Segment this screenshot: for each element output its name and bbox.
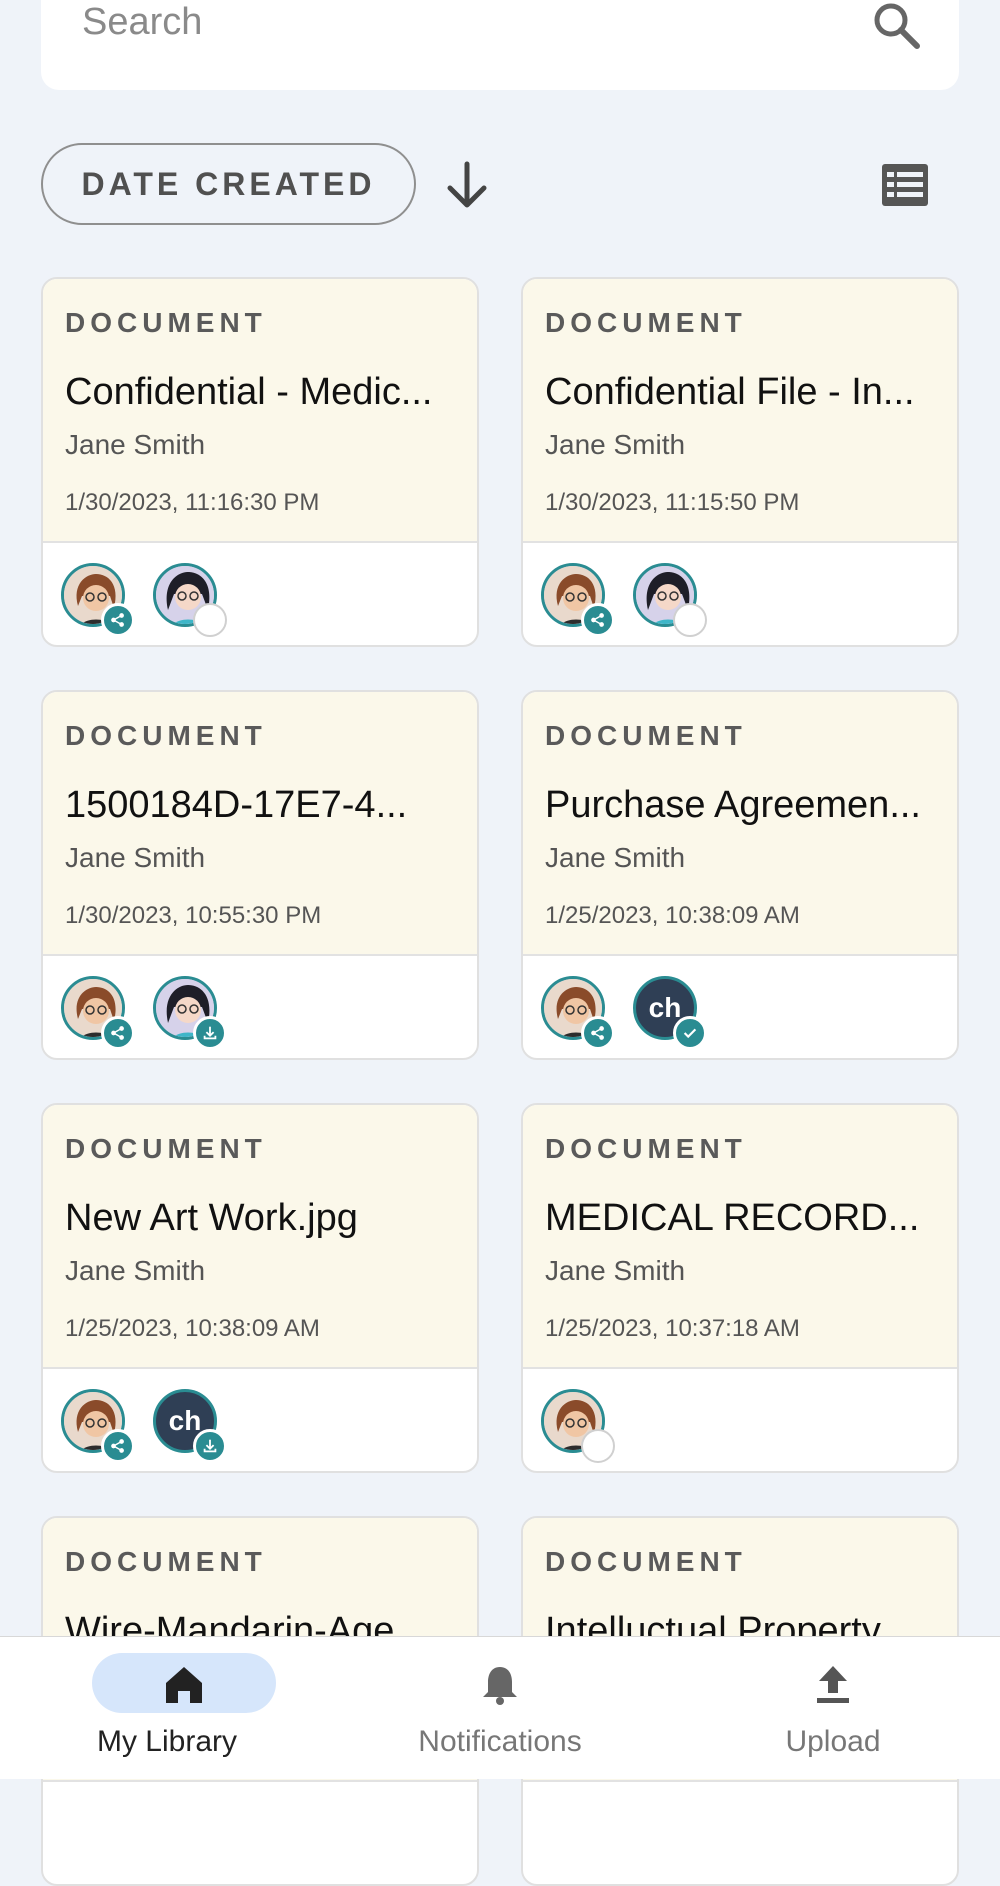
card-type-label: DOCUMENT xyxy=(545,1546,747,1577)
shared-user[interactable]: ch xyxy=(153,1389,227,1463)
card-header: DOCUMENT Confidential - Medic... Jane Smit… xyxy=(43,279,477,543)
card-date: 1/25/2023, 10:38:09 AM xyxy=(65,1315,320,1342)
share-status-icon xyxy=(581,603,615,637)
card-date: 1/25/2023, 10:37:18 AM xyxy=(545,1315,800,1342)
sort-by-button[interactable]: DATE CREATED xyxy=(41,143,416,225)
bell-icon xyxy=(483,1667,517,1705)
card-owner: Jane Smith xyxy=(65,842,206,873)
card-owner: Jane Smith xyxy=(65,429,206,460)
document-card[interactable]: DOCUMENT Purchase Agreemen... Jane Smith 1/… xyxy=(521,690,959,1060)
share-status-icon xyxy=(101,1429,135,1463)
document-card[interactable]: DOCUMENT MEDICAL RECORD... Jane Smith 1/25/… xyxy=(521,1103,959,1473)
nav-notifications[interactable]: Notifications xyxy=(350,1637,650,1779)
nav-label-notifications: Notifications xyxy=(418,1725,582,1758)
arrow-down-icon[interactable] xyxy=(442,160,492,210)
card-header: DOCUMENT Purchase Agreemen... Jane Smith 1/… xyxy=(523,692,957,956)
card-type-label: DOCUMENT xyxy=(65,1546,267,1577)
shared-user[interactable] xyxy=(153,563,227,637)
nav-my-library[interactable]: My Library xyxy=(17,1637,317,1779)
card-type-label: DOCUMENT xyxy=(545,720,747,751)
card-date: 1/30/2023, 11:15:50 PM xyxy=(545,489,800,516)
card-header: DOCUMENT 1500184D-17E7-4... Jane Smith 1/30… xyxy=(43,692,477,956)
card-header: DOCUMENT Confidential File - In... Jane Sm… xyxy=(523,279,957,543)
share-status-icon xyxy=(101,1016,135,1050)
card-date: 1/30/2023, 11:16:30 PM xyxy=(65,489,320,516)
card-title: MEDICAL RECORD... xyxy=(545,1197,920,1239)
list-view-icon[interactable] xyxy=(880,162,930,208)
card-owner: Jane Smith xyxy=(545,842,686,873)
card-header: DOCUMENT MEDICAL RECORD... Jane Smith 1/25/… xyxy=(523,1105,957,1369)
shared-user[interactable] xyxy=(633,563,707,637)
card-type-label: DOCUMENT xyxy=(65,1133,267,1164)
card-type-label: DOCUMENT xyxy=(545,307,747,338)
download-status-icon xyxy=(193,1429,227,1463)
nav-label-upload: Upload xyxy=(785,1725,881,1758)
shared-user[interactable] xyxy=(541,1389,615,1463)
document-card[interactable]: DOCUMENT Confidential File - In... Jane Sm… xyxy=(521,277,959,647)
search-icon[interactable] xyxy=(871,0,921,50)
upload-icon xyxy=(817,1666,849,1703)
shared-user[interactable] xyxy=(61,563,135,637)
empty-status-icon xyxy=(673,603,707,637)
shared-user[interactable] xyxy=(541,976,615,1050)
empty-status-icon xyxy=(193,603,227,637)
home-icon xyxy=(166,1667,202,1703)
shared-user[interactable] xyxy=(541,563,615,637)
share-status-icon xyxy=(581,1016,615,1050)
shared-user[interactable] xyxy=(61,976,135,1050)
nav-upload[interactable]: Upload xyxy=(683,1637,983,1779)
card-date: 1/25/2023, 10:38:09 AM xyxy=(545,902,800,929)
card-owner: Jane Smith xyxy=(545,429,686,460)
card-owner: Jane Smith xyxy=(545,1255,686,1286)
card-type-label: DOCUMENT xyxy=(65,307,267,338)
card-title: Confidential - Medic... xyxy=(65,371,433,413)
document-card[interactable]: DOCUMENT Confidential - Medic... Jane Smit… xyxy=(41,277,479,647)
nav-label-my-library: My Library xyxy=(96,1725,238,1758)
check-status-icon xyxy=(673,1016,707,1050)
shared-user[interactable]: ch xyxy=(633,976,707,1050)
card-date: 1/30/2023, 10:55:30 PM xyxy=(65,902,322,929)
card-type-label: DOCUMENT xyxy=(65,720,267,751)
search-bar[interactable]: Search xyxy=(41,0,959,90)
card-title: New Art Work.jpg xyxy=(65,1197,358,1239)
card-title: 1500184D-17E7-4... xyxy=(65,784,408,826)
shared-user[interactable] xyxy=(153,976,227,1050)
download-status-icon xyxy=(193,1016,227,1050)
document-card[interactable]: DOCUMENT New Art Work.jpg Jane Smith 1/25/2… xyxy=(41,1103,479,1473)
document-card[interactable]: DOCUMENT 1500184D-17E7-4... Jane Smith 1/30… xyxy=(41,690,479,1060)
card-header: DOCUMENT New Art Work.jpg Jane Smith 1/25/2… xyxy=(43,1105,477,1369)
share-status-icon xyxy=(101,603,135,637)
card-type-label: DOCUMENT xyxy=(545,1133,747,1164)
card-title: Confidential File - In... xyxy=(545,371,915,413)
card-owner: Jane Smith xyxy=(65,1255,206,1286)
card-title: Purchase Agreemen... xyxy=(545,784,921,826)
search-input[interactable]: Search xyxy=(82,0,202,44)
shared-user[interactable] xyxy=(61,1389,135,1463)
empty-status-icon xyxy=(581,1429,615,1463)
bottom-navigation: My Library Notifications Upload xyxy=(0,1636,1000,1779)
